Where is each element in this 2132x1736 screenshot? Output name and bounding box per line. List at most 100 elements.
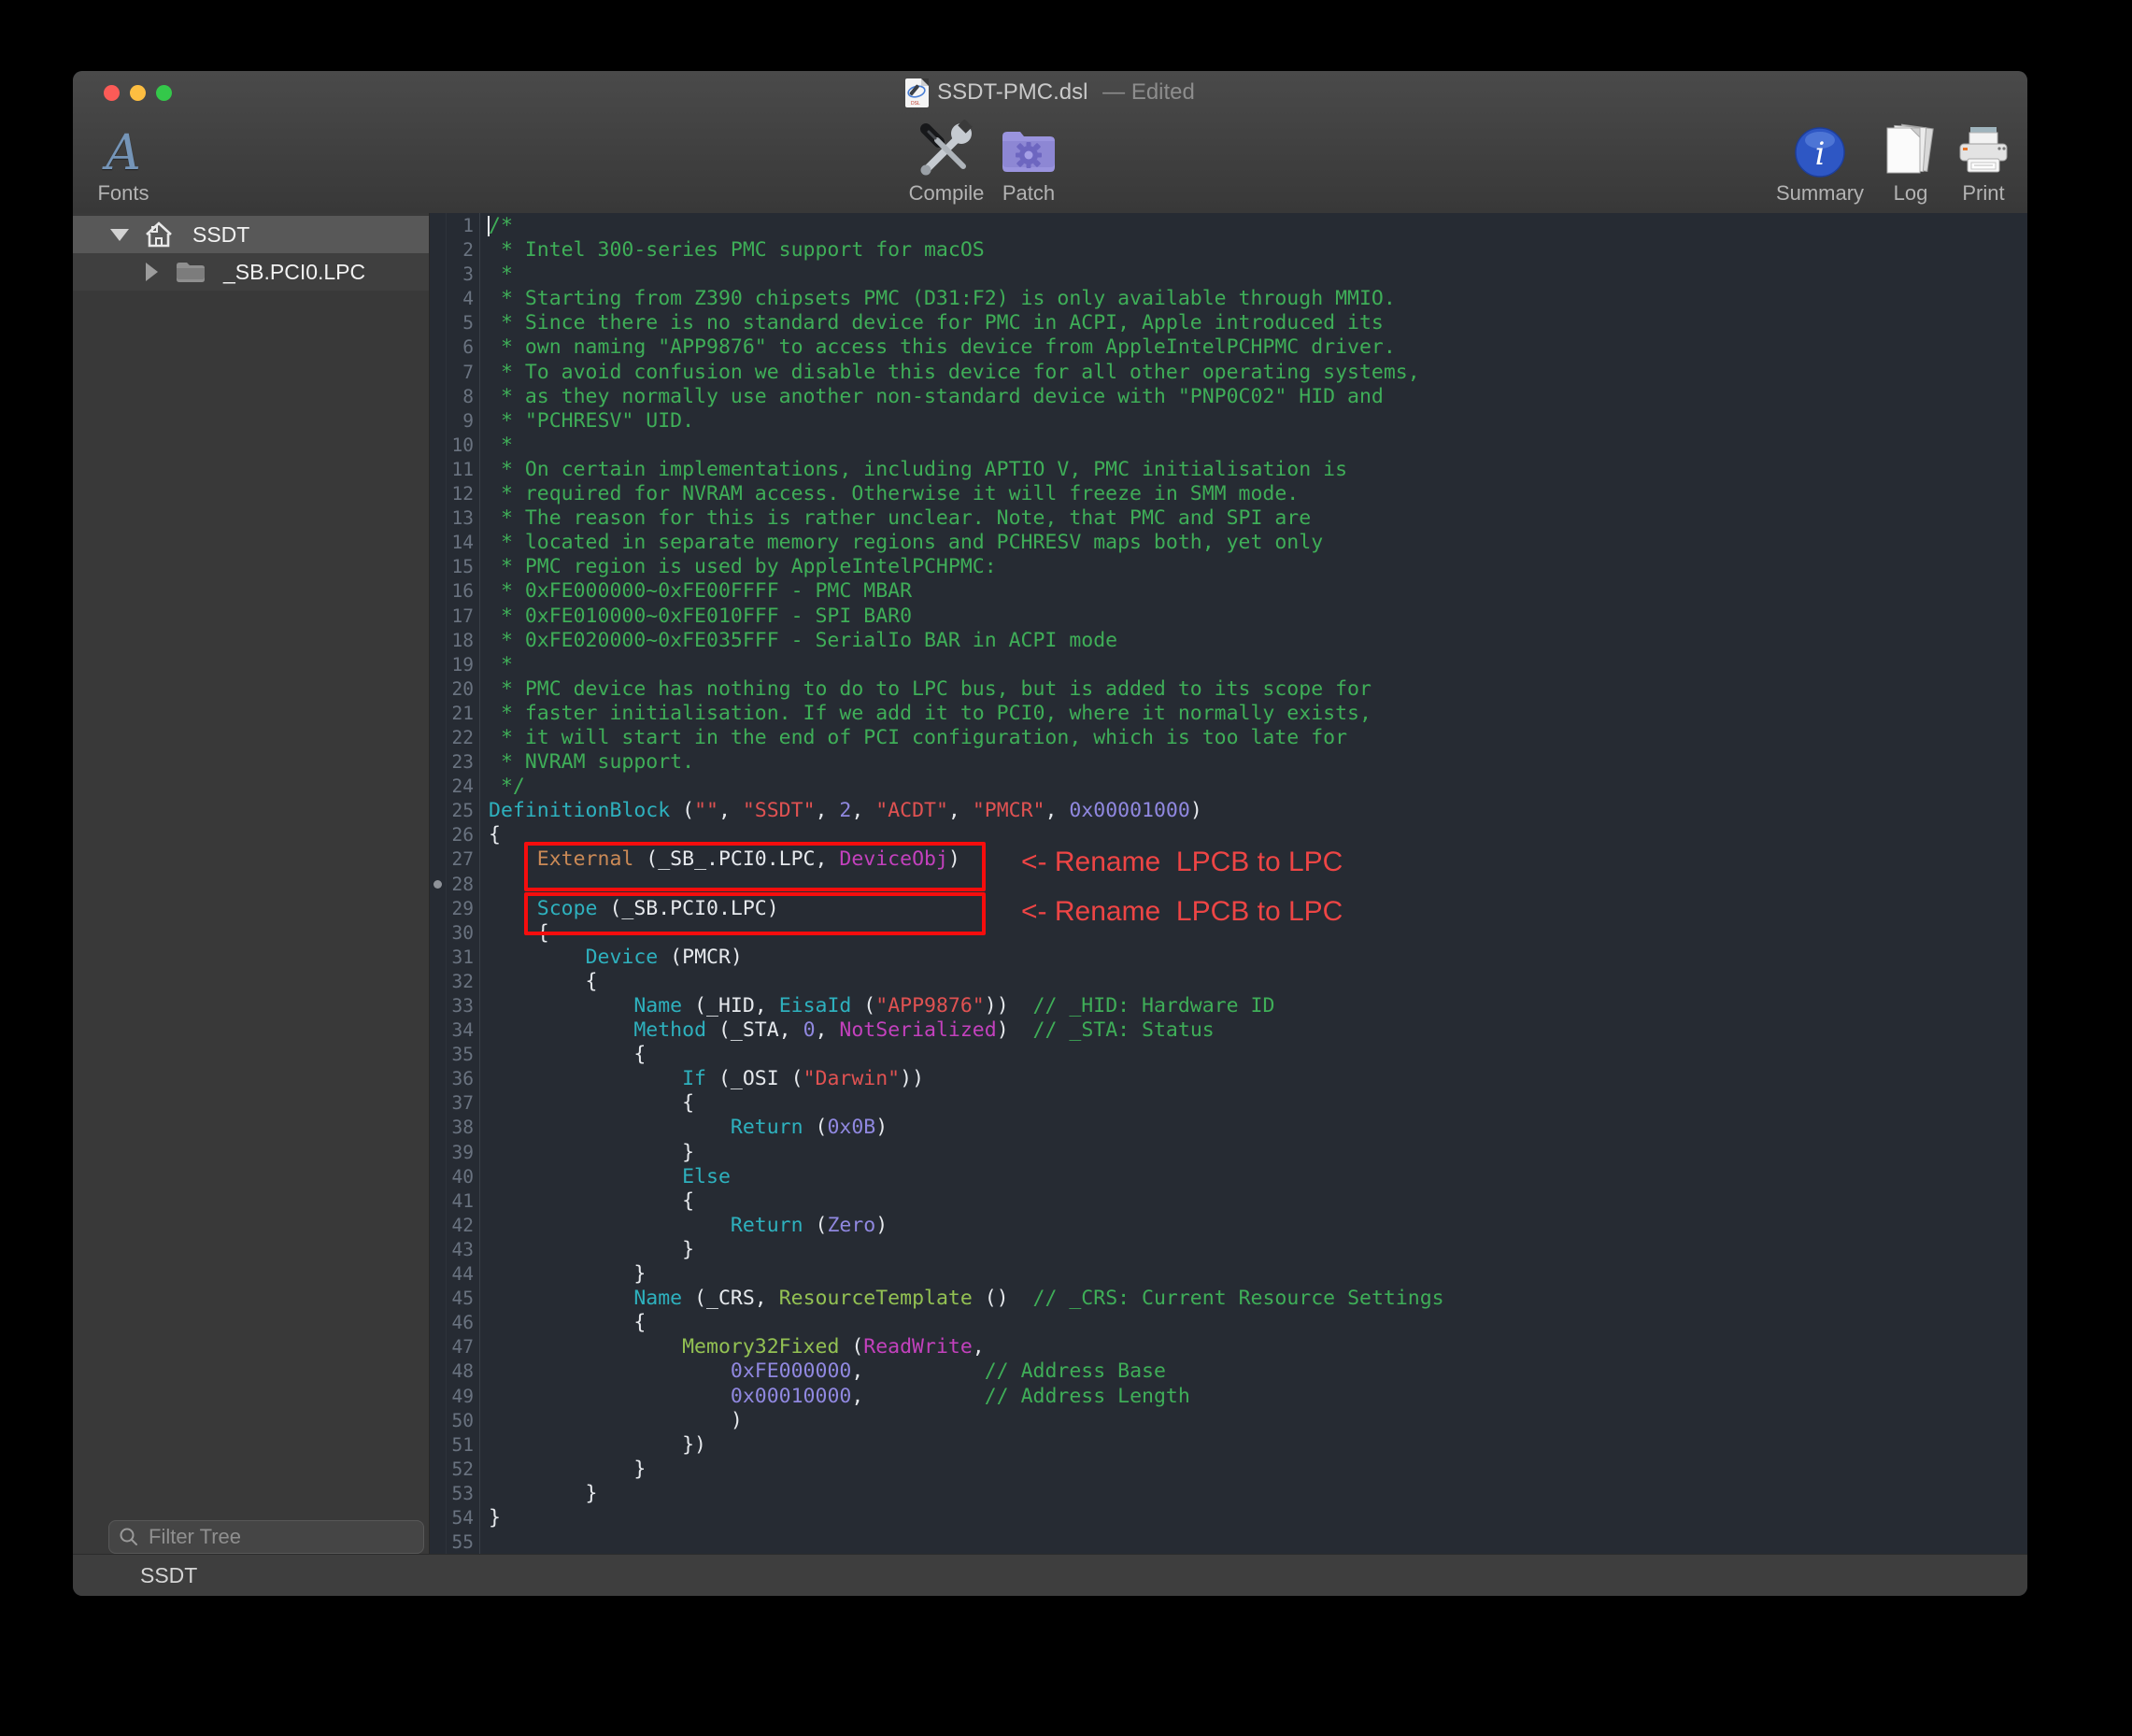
print-button[interactable]: Print	[1941, 120, 2025, 206]
code-line[interactable]: 34 Method (_STA, 0, NotSerialized) // _S…	[430, 1018, 2027, 1043]
code-text: * located in separate memory regions and…	[479, 531, 1323, 555]
code-line[interactable]: 45 Name (_CRS, ResourceTemplate () // _C…	[430, 1287, 2027, 1311]
code-line[interactable]: 2 * Intel 300-series PMC support for mac…	[430, 238, 2027, 263]
code-line[interactable]: 49 0x00010000, // Address Length	[430, 1385, 2027, 1409]
code-line[interactable]: 18 * 0xFE020000~0xFE035FFF - SerialIo BA…	[430, 629, 2027, 653]
code-line[interactable]: 54}	[430, 1506, 2027, 1530]
window-header: DSL SSDT-PMC.dsl — Edited A Fonts	[73, 71, 2027, 214]
svg-text:i: i	[1815, 135, 1826, 173]
code-text: }	[479, 1482, 598, 1506]
code-line[interactable]: 44 }	[430, 1262, 2027, 1287]
code-line[interactable]: 37 {	[430, 1091, 2027, 1116]
code-line[interactable]: 55	[430, 1530, 2027, 1554]
line-number: 19	[430, 653, 479, 677]
code-line[interactable]: 16 * 0xFE000000~0xFE00FFFF - PMC MBAR	[430, 579, 2027, 604]
home-icon	[144, 221, 174, 249]
code-text: {	[479, 1043, 646, 1067]
code-text: * 0xFE020000~0xFE035FFF - SerialIo BAR i…	[479, 629, 1117, 653]
sidebar-item-sb-pci0-lpc[interactable]: _SB.PCI0.LPC	[73, 253, 429, 291]
code-line[interactable]: 25DefinitionBlock ("", "SSDT", 2, "ACDT"…	[430, 799, 2027, 823]
window-title: SSDT-PMC.dsl	[937, 79, 1087, 106]
annotation-text-external: <- Rename LPCB to LPC	[1021, 847, 1343, 878]
line-number: 53	[430, 1482, 479, 1506]
code-line[interactable]: 24 */	[430, 775, 2027, 799]
log-button[interactable]: Log	[1871, 120, 1950, 206]
line-number: 8	[430, 385, 479, 409]
code-line[interactable]: 4 * Starting from Z390 chipsets PMC (D31…	[430, 287, 2027, 311]
annotation-text-scope: <- Rename LPCB to LPC	[1021, 896, 1343, 928]
code-line[interactable]: 3 *	[430, 263, 2027, 287]
code-line[interactable]: 52 }	[430, 1458, 2027, 1482]
line-number: 20	[430, 677, 479, 702]
line-number: 45	[430, 1287, 479, 1311]
line-number: 26	[430, 823, 479, 847]
code-text: Else	[479, 1165, 731, 1189]
code-line[interactable]: 20 * PMC device has nothing to do to LPC…	[430, 677, 2027, 702]
code-line[interactable]: 35 {	[430, 1043, 2027, 1067]
code-line[interactable]: 14 * located in separate memory regions …	[430, 531, 2027, 555]
disclosure-down-icon[interactable]	[110, 229, 129, 241]
summary-button[interactable]: i Summary	[1773, 120, 1867, 206]
code-line[interactable]: 22 * it will start in the end of PCI con…	[430, 726, 2027, 750]
code-editor[interactable]: 1/*2 * Intel 300-series PMC support for …	[430, 213, 2027, 1554]
code-line[interactable]: 1/*	[430, 214, 2027, 238]
line-number: 27	[430, 847, 479, 872]
code-text: * Starting from Z390 chipsets PMC (D31:F…	[479, 287, 1396, 311]
code-line[interactable]: 53 }	[430, 1482, 2027, 1506]
code-line[interactable]: 5 * Since there is no standard device fo…	[430, 311, 2027, 335]
code-line[interactable]: 10 *	[430, 434, 2027, 458]
line-number: 32	[430, 970, 479, 994]
code-line[interactable]: 46 {	[430, 1311, 2027, 1335]
code-line[interactable]: 41 {	[430, 1189, 2027, 1214]
code-line[interactable]: 21 * faster initialisation. If we add it…	[430, 702, 2027, 726]
filter-tree-field[interactable]	[108, 1520, 424, 1554]
code-line[interactable]: 17 * 0xFE010000~0xFE010FFF - SPI BAR0	[430, 605, 2027, 629]
code-line[interactable]: 51 })	[430, 1433, 2027, 1458]
code-text: 0x00010000, // Address Length	[479, 1385, 1190, 1409]
code-line[interactable]: 7 * To avoid confusion we disable this d…	[430, 361, 2027, 385]
code-line[interactable]: 9 * "PCHRESV" UID.	[430, 409, 2027, 434]
compile-button[interactable]: Compile	[895, 120, 998, 206]
code-line[interactable]: 42 Return (Zero)	[430, 1214, 2027, 1238]
code-line[interactable]: 38 Return (0x0B)	[430, 1116, 2027, 1140]
line-number: 40	[430, 1165, 479, 1189]
compile-tools-icon	[915, 120, 978, 178]
code-text: Return (0x0B)	[479, 1116, 888, 1140]
code-text: }	[479, 1141, 694, 1165]
fonts-button[interactable]: A Fonts	[86, 120, 161, 206]
code-line[interactable]: 36 If (_OSI ("Darwin"))	[430, 1067, 2027, 1091]
code-line[interactable]: 11 * On certain implementations, includi…	[430, 458, 2027, 482]
code-line[interactable]: 23 * NVRAM support.	[430, 750, 2027, 775]
code-line[interactable]: 13 * The reason for this is rather uncle…	[430, 506, 2027, 531]
code-line[interactable]: 39 }	[430, 1141, 2027, 1165]
filter-tree-input[interactable]	[147, 1524, 423, 1550]
log-label: Log	[1894, 181, 1928, 206]
code-line[interactable]: 40 Else	[430, 1165, 2027, 1189]
code-text: {	[479, 1091, 694, 1116]
code-line[interactable]: 50 )	[430, 1409, 2027, 1433]
code-line[interactable]: 6 * own naming "APP9876" to access this …	[430, 335, 2027, 360]
code-line[interactable]: 48 0xFE000000, // Address Base	[430, 1359, 2027, 1384]
line-number: 17	[430, 605, 479, 629]
code-line[interactable]: 31 Device (PMCR)	[430, 946, 2027, 970]
code-line[interactable]: 43 }	[430, 1238, 2027, 1262]
sidebar-item-ssdt[interactable]: SSDT	[73, 216, 429, 253]
fonts-icon: A	[106, 129, 141, 178]
code-line[interactable]: 12 * required for NVRAM access. Otherwis…	[430, 482, 2027, 506]
patch-label: Patch	[1002, 181, 1055, 206]
code-line[interactable]: 19 *	[430, 653, 2027, 677]
text-cursor	[488, 216, 490, 236]
desktop: DSL SSDT-PMC.dsl — Edited A Fonts	[0, 0, 2132, 1736]
code-line[interactable]: 32 {	[430, 970, 2027, 994]
sidebar: SSDT _SB.PCI0.LPC	[73, 213, 430, 1554]
line-number: 38	[430, 1116, 479, 1140]
code-line[interactable]: 8 * as they normally use another non-sta…	[430, 385, 2027, 409]
patch-button[interactable]: Patch	[984, 120, 1073, 206]
disclosure-right-icon[interactable]	[146, 263, 158, 281]
code-line[interactable]: 47 Memory32Fixed (ReadWrite,	[430, 1335, 2027, 1359]
code-text: }	[479, 1238, 694, 1262]
code-line[interactable]: 33 Name (_HID, EisaId ("APP9876")) // _H…	[430, 994, 2027, 1018]
line-number: 4	[430, 287, 479, 311]
code-line[interactable]: 15 * PMC region is used by AppleIntelPCH…	[430, 555, 2027, 579]
line-number: 35	[430, 1043, 479, 1067]
